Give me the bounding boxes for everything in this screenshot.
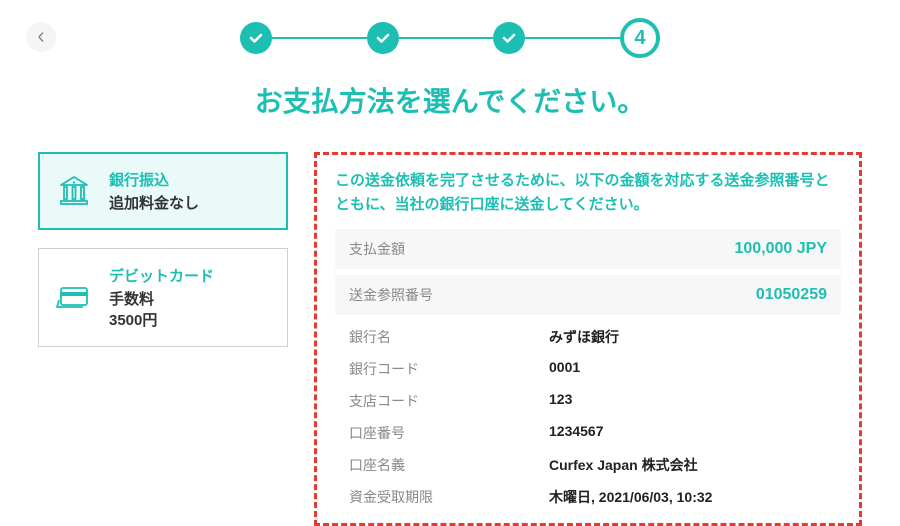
- bank-icon: [55, 172, 93, 210]
- instruction-text: この送金依頼を完了させるために、以下の金額を対応する送金参照番号とともに、当社の…: [335, 169, 841, 217]
- option-label: 銀行振込: [109, 169, 199, 190]
- payment-options: 銀行振込 追加料金なし デビットカード 手数料 3500円: [38, 152, 288, 526]
- info-label: 支店コード: [349, 391, 549, 411]
- back-button[interactable]: [26, 22, 56, 52]
- chevron-left-icon: [36, 32, 46, 42]
- amount-value: 100,000 JPY: [734, 240, 827, 258]
- info-value: 123: [549, 391, 572, 411]
- option-fee: 3500円: [109, 309, 214, 330]
- info-label: 口座名義: [349, 455, 549, 475]
- reference-label: 送金参照番号: [349, 285, 433, 305]
- info-label: 口座番号: [349, 423, 549, 443]
- amount-label: 支払金額: [349, 239, 405, 259]
- step-connector: [399, 37, 494, 39]
- branch-code-row: 支店コード 123: [335, 385, 841, 417]
- check-icon: [375, 30, 391, 46]
- option-text: 銀行振込 追加料金なし: [109, 169, 199, 213]
- step-number: 4: [634, 27, 645, 50]
- progress-stepper: 4: [240, 0, 660, 58]
- info-value: みずほ銀行: [549, 327, 619, 347]
- page-title: お支払方法を選んでください。: [0, 80, 900, 120]
- info-label: 銀行名: [349, 327, 549, 347]
- option-debit-card[interactable]: デビットカード 手数料 3500円: [38, 248, 288, 347]
- bank-name-row: 銀行名 みずほ銀行: [335, 321, 841, 353]
- content-area: 銀行振込 追加料金なし デビットカード 手数料 3500円 この送金依頼を完了さ…: [0, 120, 900, 526]
- reference-value: 01050259: [756, 286, 827, 304]
- info-label: 銀行コード: [349, 359, 549, 379]
- step-2-complete: [367, 22, 399, 54]
- reference-row: 送金参照番号 01050259: [335, 275, 841, 315]
- option-text: デビットカード 手数料 3500円: [109, 265, 214, 330]
- check-icon: [248, 30, 264, 46]
- info-value: 1234567: [549, 423, 604, 443]
- info-label: 資金受取期限: [349, 487, 549, 507]
- option-sub: 手数料: [109, 288, 214, 309]
- account-name-row: 口座名義 Curfex Japan 株式会社: [335, 449, 841, 481]
- option-label: デビットカード: [109, 265, 214, 286]
- option-bank-transfer[interactable]: 銀行振込 追加料金なし: [38, 152, 288, 230]
- payment-details-highlighted: この送金依頼を完了させるために、以下の金額を対応する送金参照番号とともに、当社の…: [314, 152, 862, 526]
- account-number-row: 口座番号 1234567: [335, 417, 841, 449]
- info-value: 0001: [549, 359, 580, 379]
- bank-code-row: 銀行コード 0001: [335, 353, 841, 385]
- step-3-complete: [493, 22, 525, 54]
- option-sub: 追加料金なし: [109, 192, 199, 213]
- step-connector: [525, 37, 620, 39]
- debit-card-icon: [55, 279, 93, 317]
- step-connector: [272, 37, 367, 39]
- step-4-current: 4: [620, 18, 660, 58]
- info-value: 木曜日, 2021/06/03, 10:32: [549, 487, 712, 507]
- deadline-row: 資金受取期限 木曜日, 2021/06/03, 10:32: [335, 481, 841, 513]
- check-icon: [501, 30, 517, 46]
- step-1-complete: [240, 22, 272, 54]
- amount-row: 支払金額 100,000 JPY: [335, 229, 841, 269]
- info-value: Curfex Japan 株式会社: [549, 455, 698, 475]
